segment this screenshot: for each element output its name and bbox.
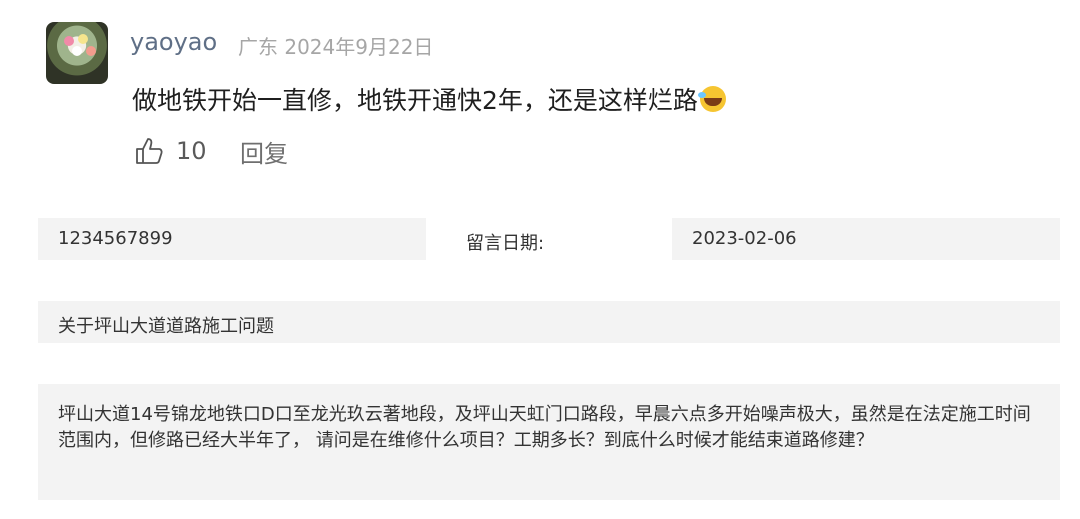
comment-meta: 广东 2024年9月22日 — [238, 31, 433, 60]
avatar-flower-decoration — [72, 46, 82, 56]
like-count: 10 — [176, 137, 207, 165]
thumbs-up-icon[interactable] — [134, 136, 164, 166]
avatar-flower-decoration — [86, 46, 96, 56]
message-body: 坪山大道14号锦龙地铁口D口至龙光玖云著地段，及坪山天虹门口路段，早晨六点多开始… — [38, 384, 1060, 500]
date-value-field: 2023-02-06 — [672, 218, 1060, 260]
comment-username[interactable]: yaoyao — [130, 28, 217, 56]
comment-date: 2024年9月22日 — [284, 35, 434, 59]
comment-location: 广东 — [238, 35, 278, 59]
date-label: 留言日期: — [466, 233, 545, 254]
reply-button[interactable]: 回复 — [240, 134, 288, 169]
subject-field: 关于坪山大道道路施工问题 — [38, 301, 1060, 343]
comment-text-line: 做地铁开始一直修，地铁开通快2年，还是这样烂路 — [132, 81, 726, 117]
avatar-flower-decoration — [78, 34, 88, 44]
comment-text: 做地铁开始一直修，地铁开通快2年，还是这样烂路 — [132, 86, 698, 115]
avatar[interactable] — [46, 22, 108, 84]
laughing-tears-emoji-icon — [697, 86, 726, 112]
phone-number-field: 1234567899 — [38, 218, 426, 260]
avatar-flower-decoration — [64, 36, 74, 46]
comment-actions: 10 回复 — [134, 134, 288, 169]
